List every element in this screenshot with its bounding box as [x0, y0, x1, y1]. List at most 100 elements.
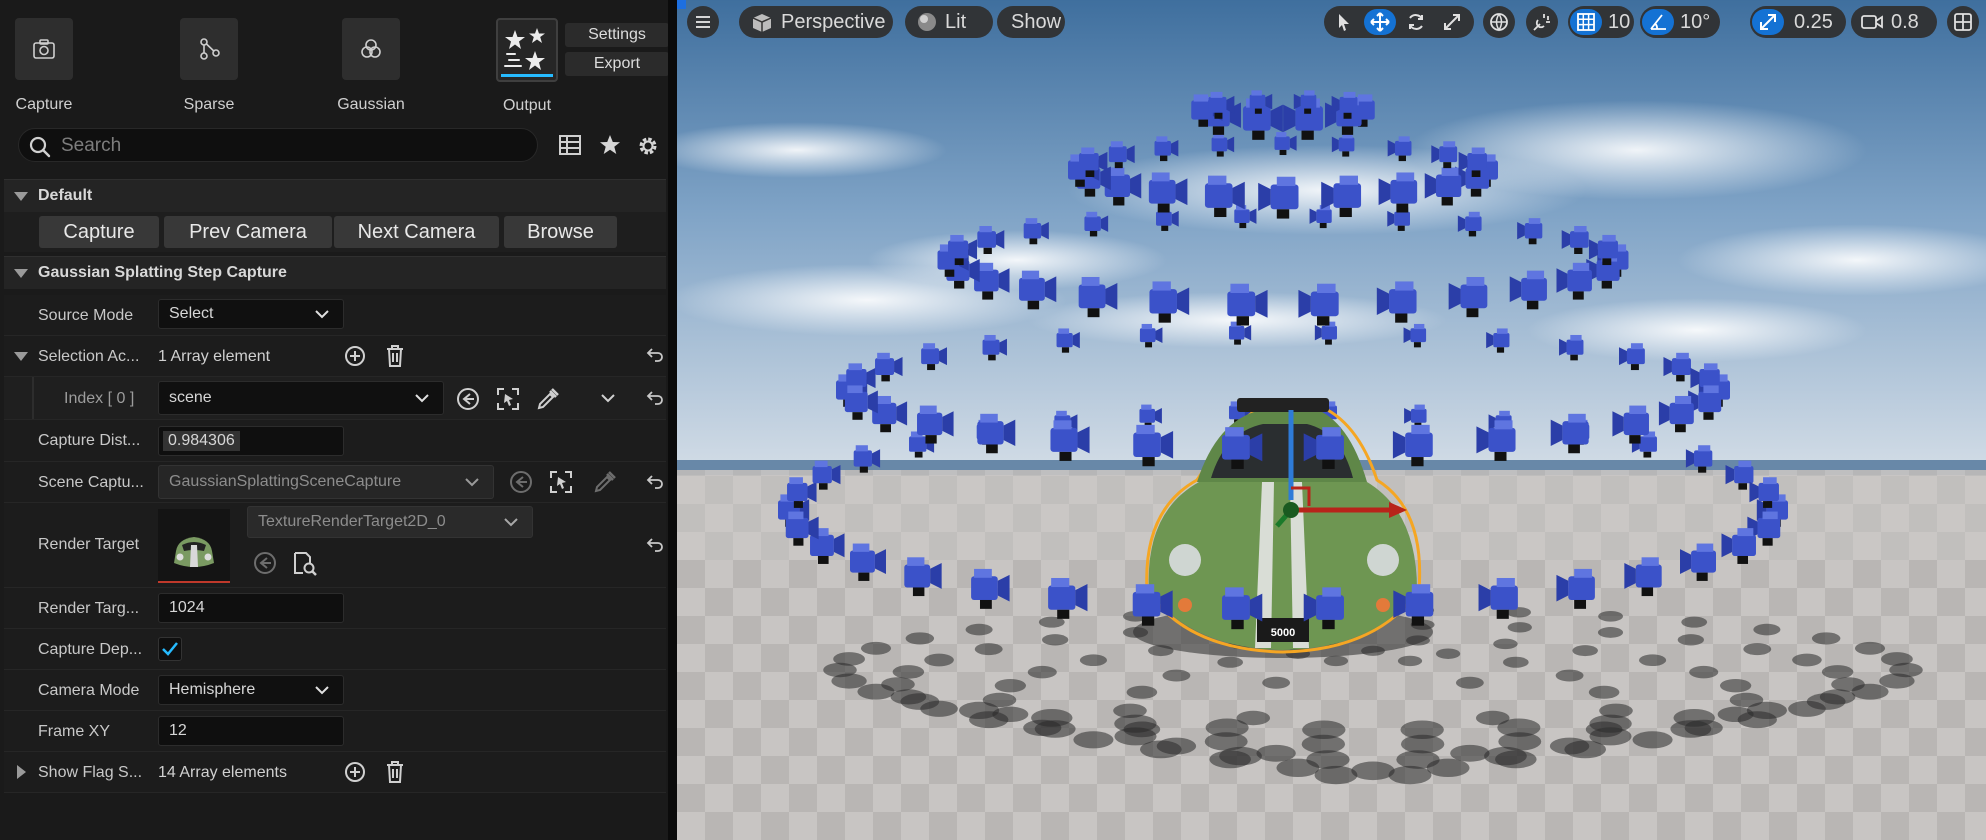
- mode-capture-box[interactable]: [15, 18, 73, 80]
- viewport-layout-button[interactable]: [1947, 6, 1979, 38]
- mode-gaussian-box[interactable]: [342, 18, 400, 80]
- camera-shadow: [1689, 665, 1719, 679]
- category-default-header[interactable]: Default: [4, 179, 666, 212]
- property-label: Capture Dist...: [38, 432, 141, 449]
- table-view-icon[interactable]: [559, 134, 581, 156]
- render-target-dropdown[interactable]: TextureRenderTarget2D_0: [247, 506, 533, 538]
- camera-shadow: [1256, 744, 1296, 762]
- reset-to-default-icon[interactable]: [646, 390, 664, 406]
- trash-icon[interactable]: [385, 760, 405, 784]
- export-button[interactable]: Export: [565, 52, 668, 76]
- add-element-icon[interactable]: [344, 761, 366, 783]
- scale-snap-toggle[interactable]: [1752, 9, 1784, 35]
- globe-icon: [1490, 13, 1508, 32]
- car-thumbnail-image: [158, 509, 230, 581]
- camera-shadow: [1209, 750, 1251, 769]
- viewport-menu-button[interactable]: [687, 6, 719, 38]
- panel-splitter[interactable]: [668, 0, 677, 840]
- scale-snap-icon: [1760, 14, 1776, 30]
- settings-button[interactable]: Settings: [565, 23, 668, 47]
- gear-icon[interactable]: [636, 134, 660, 158]
- scale-tool[interactable]: [1436, 9, 1468, 35]
- camera-icon: [33, 39, 55, 59]
- camera-shadow: [1276, 758, 1320, 778]
- grid-snap-toggle[interactable]: [1570, 9, 1602, 35]
- reset-to-default-icon[interactable]: [646, 347, 664, 363]
- next-camera-button[interactable]: Next Camera: [334, 216, 499, 248]
- select-actor-icon[interactable]: [549, 470, 573, 494]
- trash-icon[interactable]: [385, 344, 405, 368]
- rotation-snap-control[interactable]: 10°: [1640, 6, 1720, 38]
- mode-label: Output: [502, 97, 552, 114]
- collapse-arrow-icon[interactable]: [14, 192, 28, 201]
- grid-snap-control[interactable]: 10: [1568, 6, 1634, 38]
- camera-shadow: [1811, 632, 1841, 645]
- collapse-arrow-icon[interactable]: [14, 269, 28, 278]
- mode-sparse-button[interactable]: Sparse: [154, 0, 264, 114]
- property-label: Render Targ...: [38, 600, 140, 617]
- rotate-tool[interactable]: [1400, 9, 1432, 35]
- frame-xy-input[interactable]: 12: [158, 716, 344, 746]
- perspective-button[interactable]: Perspective: [739, 6, 893, 38]
- source-mode-dropdown[interactable]: Select: [158, 299, 344, 329]
- category-capture-header[interactable]: Gaussian Splatting Step Capture: [4, 256, 666, 289]
- camera-shadow: [1162, 669, 1191, 682]
- prev-camera-button[interactable]: Prev Camera: [164, 216, 332, 248]
- array-count: 14 Array elements: [158, 764, 287, 781]
- mode-output-box[interactable]: [496, 18, 558, 82]
- use-selected-asset-icon: [254, 552, 276, 574]
- chevron-down-icon: [315, 310, 329, 319]
- select-tool[interactable]: [1328, 9, 1360, 35]
- camera-shadow: [1819, 689, 1856, 705]
- browse-asset-icon[interactable]: [292, 550, 318, 576]
- camera-shadow: [1027, 665, 1057, 679]
- reset-to-default-icon[interactable]: [646, 474, 664, 490]
- camera-speed-control[interactable]: 0.8: [1851, 6, 1937, 38]
- reset-to-default-icon[interactable]: [646, 537, 664, 553]
- world-local-toggle[interactable]: [1483, 6, 1515, 38]
- camera-shadow: [892, 665, 925, 679]
- chevron-down-icon[interactable]: [601, 393, 615, 403]
- show-button[interactable]: Show: [997, 6, 1065, 38]
- actor-picker-dropdown[interactable]: scene: [158, 381, 444, 415]
- mode-capture-button[interactable]: Capture: [0, 0, 99, 114]
- camera-shadow: [1502, 656, 1529, 668]
- capture-distance-input[interactable]: 0.984306: [158, 426, 344, 456]
- camera-shadow: [1123, 721, 1161, 738]
- expand-arrow-icon[interactable]: [14, 352, 28, 361]
- camera-shadow: [1881, 652, 1913, 666]
- mode-sparse-box[interactable]: [180, 18, 238, 80]
- cube-icon: [752, 14, 772, 32]
- search-icon: [29, 136, 51, 158]
- surface-snapping-toggle[interactable]: [1526, 6, 1558, 38]
- select-actor-icon[interactable]: [496, 387, 520, 411]
- camera-shadow: [833, 652, 865, 666]
- camera-shadow: [1397, 655, 1423, 667]
- search-bar[interactable]: [18, 128, 538, 162]
- scale-snap-control[interactable]: 0.25: [1750, 6, 1846, 38]
- rotation-snap-toggle[interactable]: [1642, 9, 1674, 35]
- add-element-icon[interactable]: [344, 345, 366, 367]
- camera-shadow: [1475, 710, 1510, 726]
- property-label: Source Mode: [38, 307, 134, 324]
- capture-depth-checkbox[interactable]: [158, 637, 182, 661]
- render-target-thumbnail[interactable]: [158, 509, 230, 583]
- expand-arrow-icon[interactable]: [17, 765, 26, 779]
- level-viewport[interactable]: 5000 Perspective Lit Show 10 10° 0.25 0.…: [677, 0, 1986, 840]
- render-target-size-input[interactable]: 1024: [158, 593, 344, 623]
- eyedropper-icon[interactable]: [536, 387, 560, 411]
- search-input[interactable]: [59, 133, 523, 159]
- mode-gaussian-button[interactable]: Gaussian: [316, 0, 426, 114]
- browse-button[interactable]: Browse: [504, 216, 617, 248]
- camera-shadow: [1262, 676, 1291, 689]
- capture-button[interactable]: Capture: [39, 216, 159, 248]
- camera-shadow: [920, 700, 958, 717]
- view-mode-button[interactable]: Lit: [905, 6, 993, 38]
- scene-capture-dropdown[interactable]: GaussianSplattingSceneCapture: [158, 465, 494, 499]
- use-selected-icon[interactable]: [456, 387, 480, 411]
- translate-tool[interactable]: [1364, 9, 1396, 35]
- star-icon[interactable]: [599, 134, 621, 156]
- camera-shadow: [1236, 710, 1271, 726]
- camera-mode-dropdown[interactable]: Hemisphere: [158, 675, 344, 705]
- scene-render[interactable]: 5000: [677, 0, 1986, 840]
